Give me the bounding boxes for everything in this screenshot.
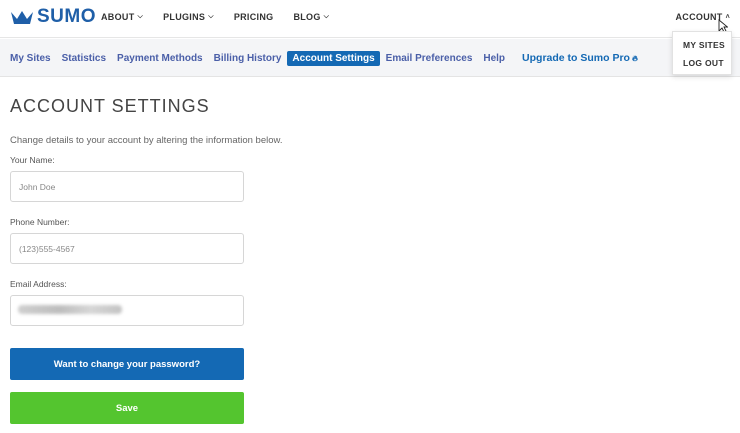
tab-billing-history[interactable]: Billing History: [209, 51, 287, 66]
top-navigation-bar: SUMO ABOUT ⌵ PLUGINS ⌵ PRICING BLOG ⌵ AC…: [0, 0, 740, 38]
tab-payment-methods[interactable]: Payment Methods: [112, 51, 208, 66]
upgrade-label: Upgrade to Sumo Pro: [522, 52, 630, 64]
menu-item-label: ABOUT: [101, 12, 135, 22]
menu-item-pricing[interactable]: PRICING: [234, 12, 274, 22]
menu-item-about[interactable]: ABOUT ⌵: [101, 12, 143, 22]
crown-icon: [11, 11, 33, 24]
email-label: Email Address:: [10, 279, 67, 289]
name-label: Your Name:: [10, 155, 55, 165]
tab-account-settings[interactable]: Account Settings: [287, 50, 380, 66]
page-title: ACCOUNT SETTINGS: [10, 96, 210, 116]
tab-my-sites[interactable]: My Sites: [5, 51, 56, 66]
blurred-email-value: [18, 305, 122, 314]
name-input[interactable]: [10, 171, 244, 202]
tab-email-preferences[interactable]: Email Preferences: [381, 51, 478, 66]
account-label: ACCOUNT: [675, 12, 723, 22]
change-password-button[interactable]: Want to change your password?: [10, 348, 244, 380]
brand-name: SUMO: [37, 6, 96, 27]
sumo-logo[interactable]: SUMO: [10, 7, 96, 27]
menu-item-label: BLOG: [293, 12, 321, 22]
chevron-down-icon: ⌵: [323, 13, 330, 20]
phone-input[interactable]: [10, 233, 244, 264]
tab-statistics[interactable]: Statistics: [57, 51, 111, 66]
menu-item-blog[interactable]: BLOG ⌵: [293, 12, 329, 22]
menu-item-label: PLUGINS: [163, 12, 206, 22]
save-button[interactable]: Save: [10, 392, 244, 424]
account-tabs-bar: My Sites Statistics Payment Methods Bill…: [0, 39, 740, 77]
flame-icon: 🔥︎: [631, 54, 638, 63]
dropdown-item-my-sites[interactable]: MY SITES: [673, 39, 731, 57]
menu-item-plugins[interactable]: PLUGINS ⌵: [163, 12, 214, 22]
menu-item-label: PRICING: [233, 12, 274, 22]
chevron-down-icon: ⌵: [137, 13, 144, 20]
upgrade-link[interactable]: Upgrade to Sumo Pro 🔥︎: [517, 50, 643, 66]
chevron-down-icon: ⌵: [208, 13, 214, 20]
account-dropdown: MY SITES LOG OUT: [672, 31, 732, 75]
dropdown-item-log-out[interactable]: LOG OUT: [673, 57, 731, 75]
intro-text: Change details to your account by alteri…: [10, 135, 283, 146]
phone-label: Phone Number:: [10, 217, 70, 227]
main-menu: ABOUT ⌵ PLUGINS ⌵ PRICING BLOG ⌵: [101, 12, 349, 22]
tab-help[interactable]: Help: [478, 51, 510, 66]
